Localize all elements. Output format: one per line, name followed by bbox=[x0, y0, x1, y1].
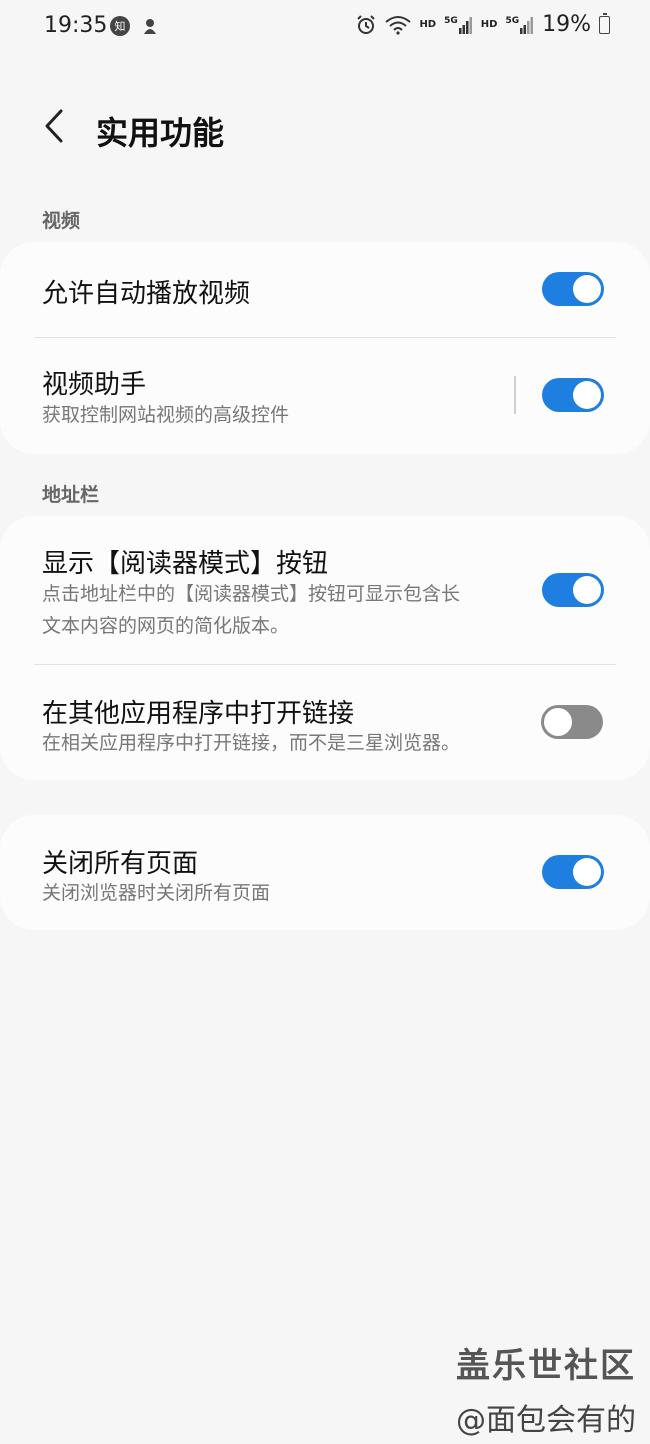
watermark-author: @面包会有的 bbox=[456, 1403, 636, 1438]
open-links-in-other-apps-toggle[interactable] bbox=[541, 705, 603, 739]
status-time: 19:35 bbox=[44, 13, 108, 38]
video-assistant-toggle[interactable] bbox=[542, 378, 604, 412]
alarm-icon bbox=[357, 14, 376, 34]
setting-title: 显示【阅读器模式】按钮 bbox=[42, 549, 329, 579]
notification-icons: 知 bbox=[110, 16, 160, 36]
setting-row-close-all-pages[interactable]: 关闭所有页面 关闭浏览器时关闭所有页面 bbox=[0, 815, 650, 930]
battery-percent: 19% bbox=[542, 12, 591, 37]
battery-icon bbox=[599, 12, 610, 34]
section-label-address-bar: 地址栏 bbox=[42, 484, 100, 506]
watermark-community: 盖乐世社区 bbox=[456, 1346, 636, 1386]
status-right-icons: HD 5G HD 5G 19% bbox=[355, 12, 610, 37]
toggle-knob bbox=[573, 275, 601, 303]
status-bar: 19:35 知 HD 5G HD 5G 19% bbox=[0, 0, 650, 56]
signal-bars-icon-1 bbox=[458, 16, 472, 34]
autoplay-video-toggle[interactable] bbox=[542, 272, 604, 306]
5g-label-1: 5G bbox=[444, 15, 458, 26]
setting-title: 关闭所有页面 bbox=[42, 849, 199, 879]
signal-icon-2: 5G bbox=[505, 16, 534, 34]
wifi-icon bbox=[385, 15, 412, 35]
back-button[interactable] bbox=[36, 106, 72, 146]
signal-icon-1: 5G bbox=[444, 16, 473, 34]
setting-row-video-assistant[interactable]: 视频助手 获取控制网站视频的高级控件 bbox=[0, 338, 650, 454]
setting-subtitle: 获取控制网站视频的高级控件 bbox=[42, 404, 290, 426]
watermark: 盖乐世社区 @面包会有的 bbox=[456, 1338, 636, 1439]
setting-subtitle: 在相关应用程序中打开链接，而不是三星浏览器。 bbox=[42, 732, 461, 754]
vertical-separator bbox=[514, 376, 516, 414]
toggle-knob bbox=[573, 576, 601, 604]
5g-label-2: 5G bbox=[505, 15, 520, 26]
address-bar-settings-card: 显示【阅读器模式】按钮 点击地址栏中的【阅读器模式】按钮可显示包含长 文本内容的… bbox=[0, 516, 650, 780]
hd-label-2: HD bbox=[480, 19, 498, 30]
setting-title: 视频助手 bbox=[42, 370, 147, 400]
section-label-video: 视频 bbox=[42, 210, 81, 232]
close-all-pages-toggle[interactable] bbox=[542, 855, 604, 889]
hd-label-1: HD bbox=[419, 19, 437, 30]
toggle-knob bbox=[573, 381, 601, 409]
setting-subtitle: 关闭浏览器时关闭所有页面 bbox=[42, 882, 271, 904]
setting-title: 允许自动播放视频 bbox=[42, 279, 251, 309]
signal-bars-icon-2 bbox=[520, 16, 534, 34]
setting-subtitle-line1: 点击地址栏中的【阅读器模式】按钮可显示包含长 bbox=[42, 583, 461, 605]
setting-subtitle-line2: 文本内容的网页的简化版本。 bbox=[42, 615, 290, 637]
toggle-knob bbox=[573, 858, 601, 886]
page-title: 实用功能 bbox=[96, 114, 225, 152]
app-notification-icon bbox=[144, 19, 156, 34]
toggle-knob bbox=[542, 706, 574, 738]
video-settings-card: 允许自动播放视频 视频助手 获取控制网站视频的高级控件 bbox=[0, 242, 650, 454]
setting-row-open-links-in-other-apps[interactable]: 在其他应用程序中打开链接 在相关应用程序中打开链接，而不是三星浏览器。 bbox=[0, 665, 650, 780]
chevron-left-icon bbox=[45, 109, 63, 143]
close-pages-settings-card: 关闭所有页面 关闭浏览器时关闭所有页面 bbox=[0, 815, 650, 930]
setting-row-autoplay-video[interactable]: 允许自动播放视频 bbox=[0, 242, 650, 338]
setting-title: 在其他应用程序中打开链接 bbox=[42, 699, 355, 729]
header: 实用功能 bbox=[0, 90, 650, 166]
zhihu-app-icon: 知 bbox=[110, 16, 130, 36]
reader-mode-button-toggle[interactable] bbox=[542, 573, 604, 607]
setting-row-reader-mode-button[interactable]: 显示【阅读器模式】按钮 点击地址栏中的【阅读器模式】按钮可显示包含长 文本内容的… bbox=[0, 516, 650, 664]
